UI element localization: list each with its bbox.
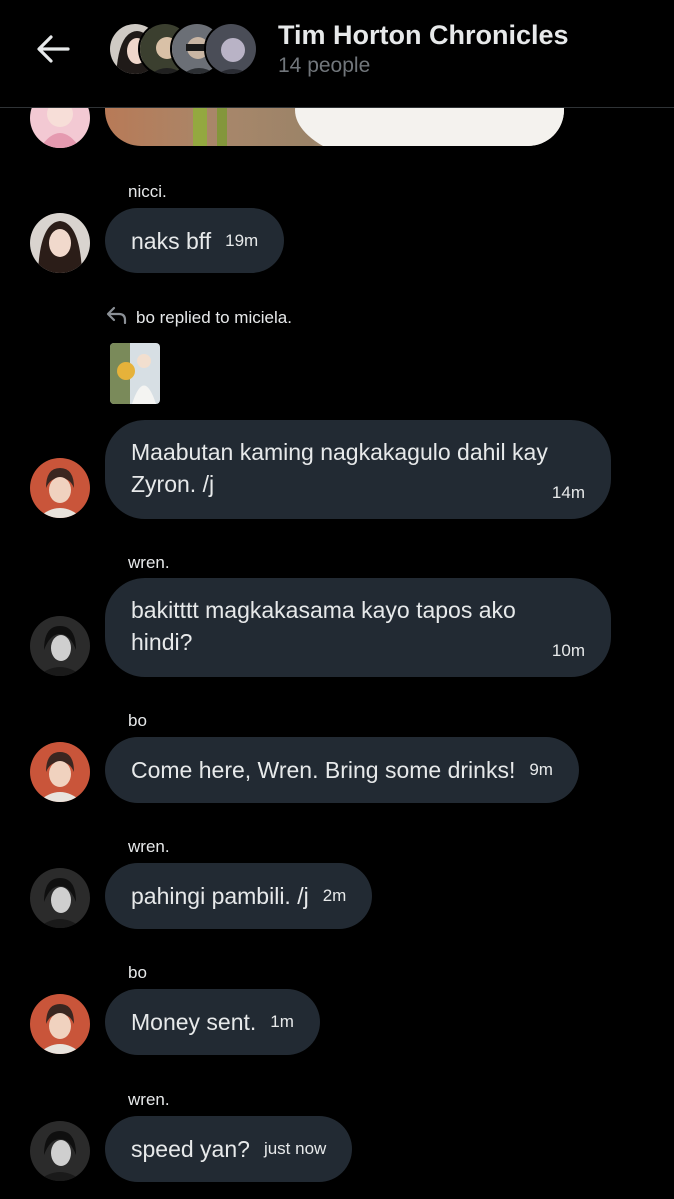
message-time: 10m [551, 641, 585, 660]
message-time: 2m [322, 886, 347, 905]
conversation-header: Tim Horton Chronicles 14 people [0, 0, 674, 108]
reply-indicator: bo replied to miciela. [106, 306, 292, 329]
chat-thread: nicci. naks bff 19m bo replied to miciel… [0, 0, 674, 1199]
message-bubble[interactable]: naks bff 19m [105, 208, 285, 273]
message-bubble[interactable]: Money sent. 1m [105, 989, 320, 1055]
reply-arrow-icon [106, 306, 128, 329]
reply-text: bo replied to miciela. [136, 307, 292, 327]
participant-count[interactable]: 14 people [278, 54, 370, 78]
avatar[interactable] [30, 458, 90, 518]
back-button[interactable] [30, 28, 76, 74]
avatar[interactable] [30, 868, 90, 928]
message-text: speed yan? [131, 1136, 250, 1162]
message-text: pahingi pambili. /j [131, 883, 309, 909]
message-text: naks bff [131, 227, 212, 254]
avatar[interactable] [30, 1121, 90, 1181]
sender-name: bo [128, 963, 147, 982]
message-time: 1m [270, 1012, 294, 1031]
avatar[interactable] [30, 742, 90, 802]
message-bubble[interactable]: pahingi pambili. /j 2m [105, 863, 373, 929]
message-bubble[interactable]: Come here, Wren. Bring some drinks! 9m [105, 737, 579, 803]
arrow-left-icon [36, 34, 70, 69]
message-time: 9m [529, 760, 553, 779]
sender-name: nicci. [128, 182, 167, 201]
replied-photo-thumbnail[interactable] [110, 343, 160, 404]
message-time: 19m [225, 230, 259, 250]
avatar[interactable] [30, 994, 90, 1054]
sender-name: wren. [128, 837, 170, 856]
sender-name: bo [128, 711, 147, 730]
message-text: Maabutan kaming nagkakagulo dahil kay Zy… [131, 439, 548, 497]
group-avatars[interactable] [108, 22, 258, 76]
message-time: 14m [551, 483, 585, 502]
avatar [204, 22, 258, 76]
avatar[interactable] [30, 616, 90, 676]
message-text: Money sent. [131, 1009, 257, 1035]
message-time: just now [263, 1139, 327, 1158]
message-text: bakitttt magkakasama kayo tapos ako hind… [131, 597, 516, 655]
message-bubble[interactable]: Maabutan kaming nagkakagulo dahil kay Zy… [105, 420, 611, 519]
avatar[interactable] [30, 213, 90, 273]
message-bubble[interactable]: speed yan? just now [105, 1116, 353, 1182]
conversation-title[interactable]: Tim Horton Chronicles [278, 20, 569, 51]
sender-name: wren. [128, 1090, 170, 1109]
sender-name: wren. [128, 553, 170, 572]
message-bubble[interactable]: bakitttt magkakasama kayo tapos ako hind… [105, 578, 611, 677]
message-text: Come here, Wren. Bring some drinks! [131, 757, 516, 783]
